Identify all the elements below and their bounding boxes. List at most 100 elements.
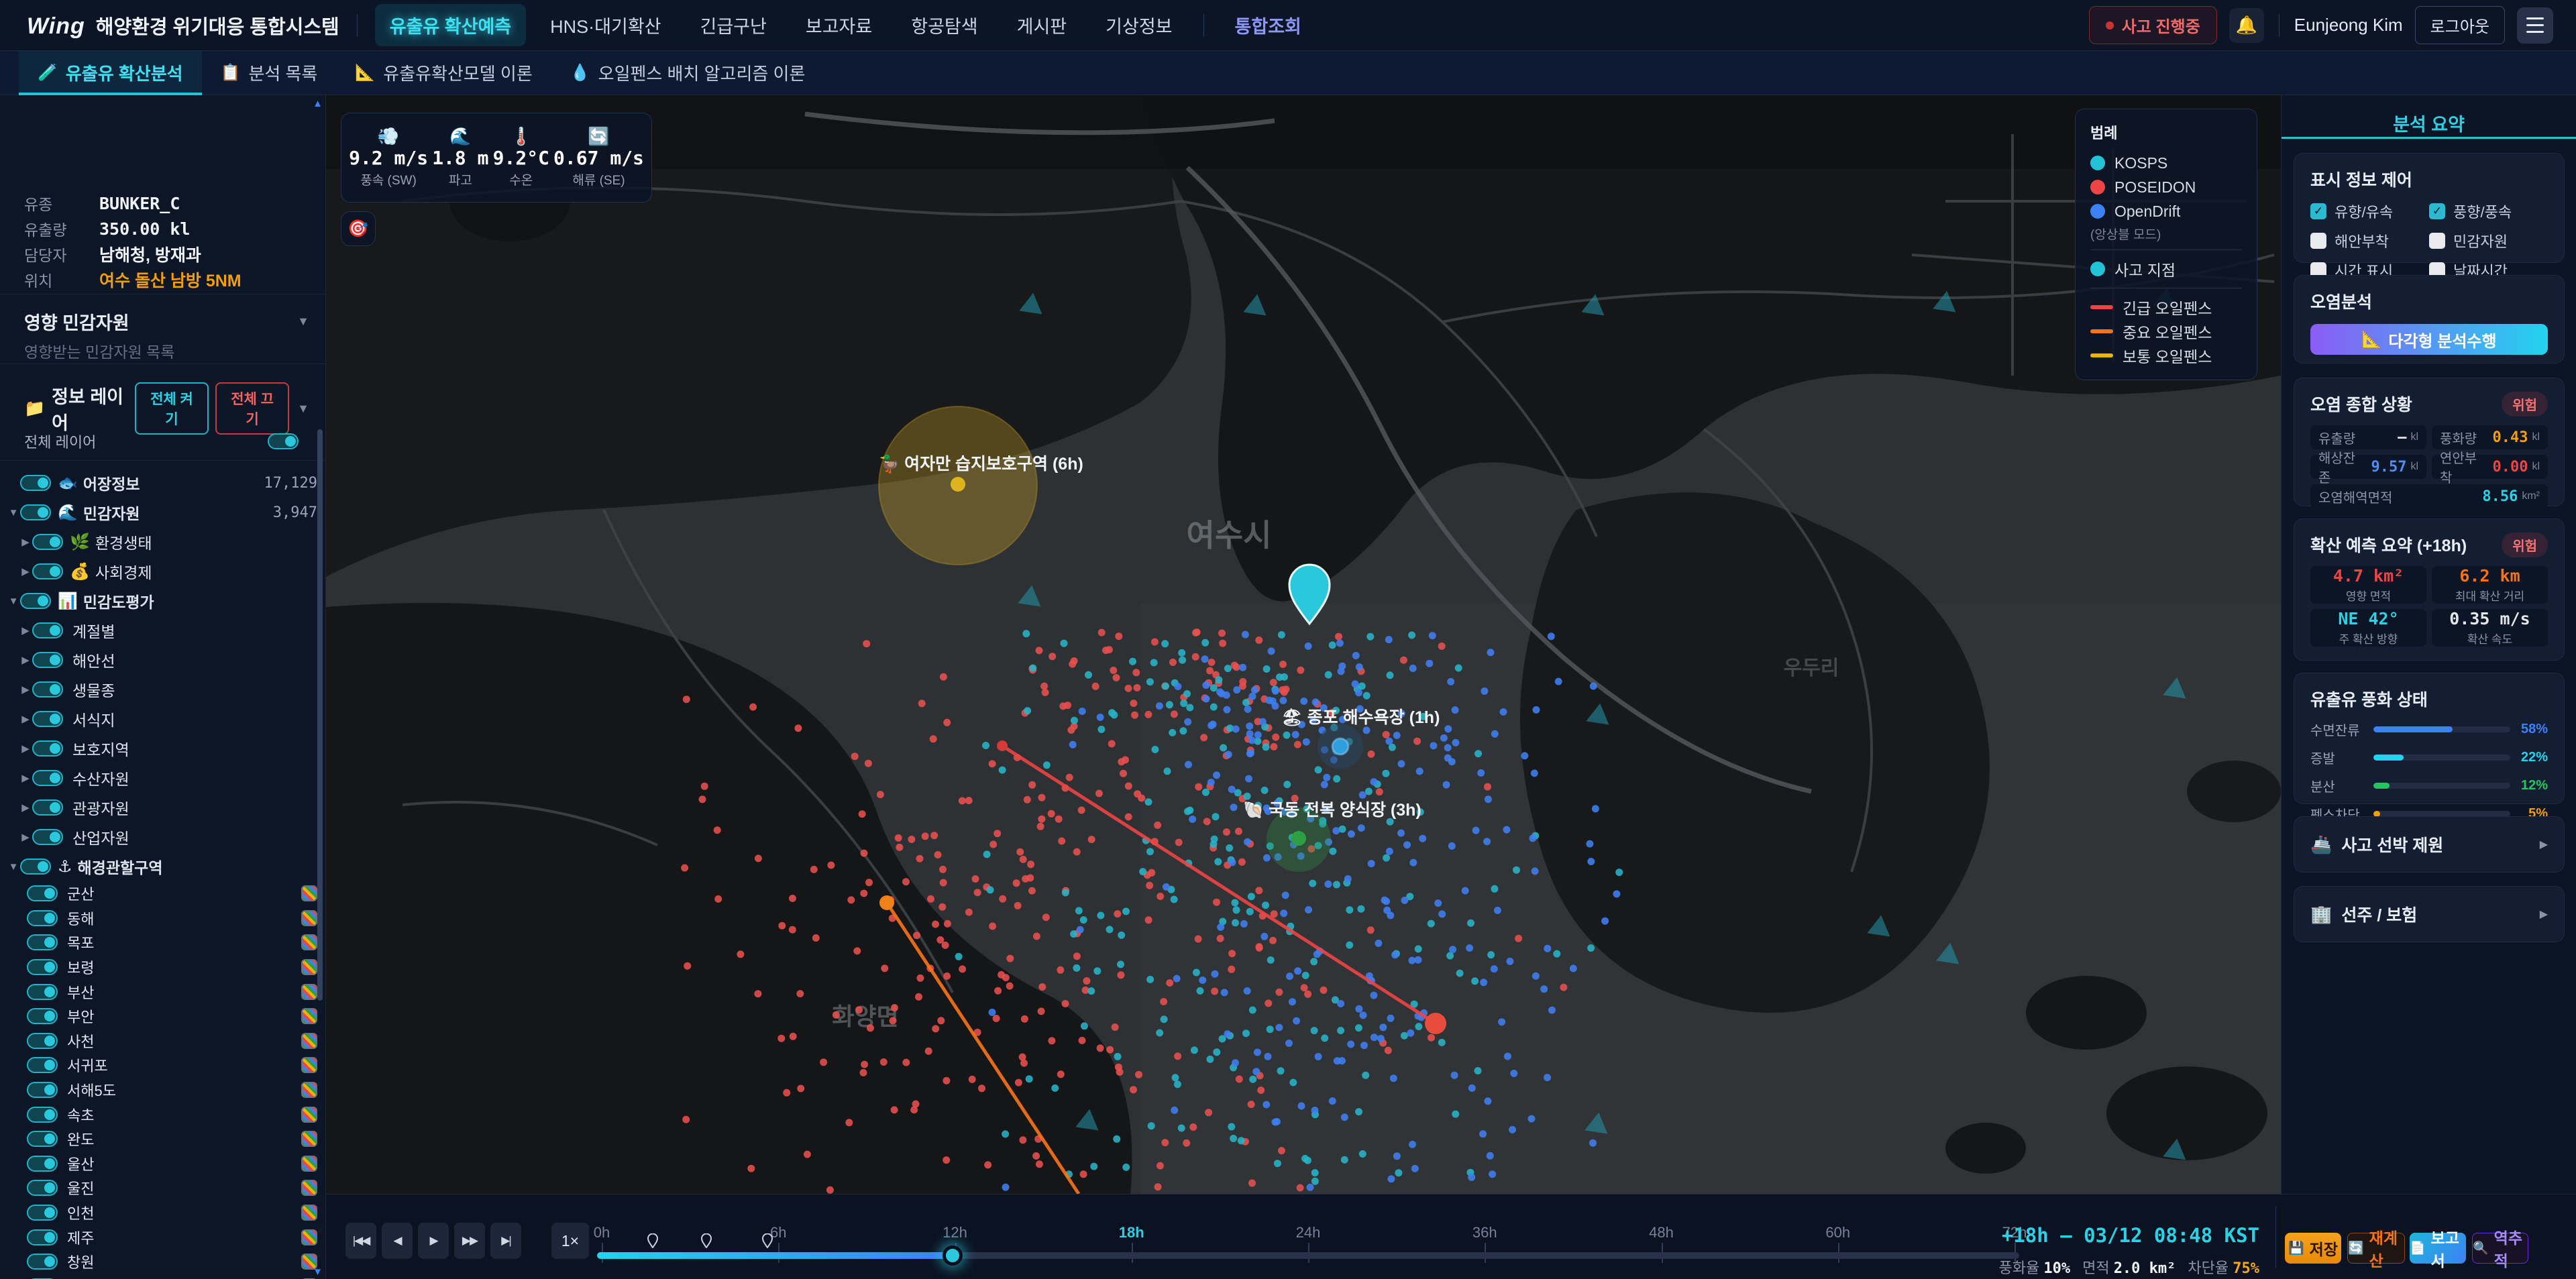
skip-end-button[interactable]: ▶| bbox=[490, 1223, 521, 1259]
scroll-down-icon[interactable]: ▼ bbox=[313, 1266, 323, 1278]
caret-down-icon[interactable]: ▼ bbox=[7, 596, 20, 607]
timeline-handle[interactable] bbox=[943, 1245, 963, 1266]
map-canvas[interactable]: 여수시화양면우두리 🦆 여자만 습지보호구역 (6h) 🏖 종포 해수욕장 (1… bbox=[326, 95, 2281, 1194]
caret-down-icon[interactable]: ▼ bbox=[7, 507, 20, 518]
region-color-swatch[interactable] bbox=[301, 1057, 317, 1073]
timeline-track[interactable] bbox=[597, 1252, 2019, 1259]
region-color-swatch[interactable] bbox=[301, 1229, 317, 1245]
checkbox-풍향/풍속[interactable]: ✓풍향/풍속 bbox=[2429, 201, 2548, 222]
region-toggle[interactable] bbox=[27, 885, 58, 901]
caret-right-icon[interactable]: ▶ bbox=[19, 831, 32, 843]
all-layers-toggle[interactable] bbox=[268, 433, 299, 449]
nav-item-8[interactable]: 통합조회 bbox=[1220, 4, 1316, 46]
fold-card-사고 선박 제원[interactable]: 🚢사고 선박 제원▶ bbox=[2294, 816, 2565, 873]
layer-toggle[interactable] bbox=[32, 711, 63, 727]
region-color-swatch[interactable] bbox=[301, 1131, 317, 1147]
region-color-swatch[interactable] bbox=[301, 934, 317, 950]
skip-start-button[interactable]: |◀◀ bbox=[345, 1223, 376, 1259]
layer-toggle[interactable] bbox=[32, 622, 63, 638]
nav-item-7[interactable]: 기상정보 bbox=[1091, 4, 1187, 46]
scroll-up-icon[interactable]: ▲ bbox=[313, 98, 323, 109]
region-toggle[interactable] bbox=[27, 1033, 58, 1049]
caret-right-icon[interactable]: ▶ bbox=[19, 742, 32, 755]
layer-toggle[interactable] bbox=[32, 740, 63, 757]
all-layers-on-button[interactable]: 전체 켜기 bbox=[135, 382, 209, 435]
region-toggle[interactable] bbox=[27, 984, 58, 1000]
region-color-swatch[interactable] bbox=[301, 1082, 317, 1098]
region-toggle[interactable] bbox=[27, 934, 58, 950]
저장-button[interactable]: 💾저장 bbox=[2285, 1233, 2341, 1264]
region-toggle[interactable] bbox=[27, 1057, 58, 1073]
caret-right-icon[interactable]: ▶ bbox=[19, 683, 32, 696]
region-color-swatch[interactable] bbox=[301, 1205, 317, 1221]
layer-toggle[interactable] bbox=[32, 829, 63, 845]
region-toggle[interactable] bbox=[27, 1180, 58, 1196]
region-toggle[interactable] bbox=[27, 910, 58, 926]
nav-item-4[interactable]: 보고자료 bbox=[791, 4, 887, 46]
layer-toggle[interactable] bbox=[32, 563, 63, 579]
region-color-swatch[interactable] bbox=[301, 1156, 317, 1172]
재계산-button[interactable]: 🔄재계산 bbox=[2347, 1233, 2405, 1264]
nav-item-1[interactable]: 유출유 확산예측 bbox=[375, 4, 526, 46]
layer-toggle[interactable] bbox=[32, 770, 63, 786]
subtab-1[interactable]: 🧪유출유 확산분석 bbox=[19, 51, 202, 95]
subtab-4[interactable]: 💧오일펜스 배치 알고리즘 이론 bbox=[551, 51, 824, 95]
nav-item-2[interactable]: HNS·대기확산 bbox=[535, 4, 676, 46]
checkbox-민감자원[interactable]: 민감자원 bbox=[2429, 230, 2548, 252]
region-color-swatch[interactable] bbox=[301, 984, 317, 1000]
region-toggle[interactable] bbox=[27, 1082, 58, 1098]
region-toggle[interactable] bbox=[27, 959, 58, 975]
layer-toggle[interactable] bbox=[32, 799, 63, 816]
region-color-swatch[interactable] bbox=[301, 959, 317, 975]
region-toggle[interactable] bbox=[27, 1156, 58, 1172]
caret-right-icon[interactable]: ▶ bbox=[19, 565, 32, 577]
fold-card-선주 / 보험[interactable]: 🏢선주 / 보험▶ bbox=[2294, 886, 2565, 942]
logout-button[interactable]: 로그아웃 bbox=[2415, 6, 2505, 44]
notifications-button[interactable]: 🔔 bbox=[2229, 8, 2264, 43]
checkbox-해안부착[interactable]: 해안부착 bbox=[2310, 230, 2429, 252]
caret-right-icon[interactable]: ▶ bbox=[19, 536, 32, 548]
locate-incident-button[interactable]: 🎯 bbox=[341, 211, 376, 246]
layer-toggle[interactable] bbox=[20, 475, 51, 491]
region-color-swatch[interactable] bbox=[301, 1033, 317, 1049]
region-color-swatch[interactable] bbox=[301, 1107, 317, 1123]
region-toggle[interactable] bbox=[27, 1229, 58, 1245]
layer-toggle[interactable] bbox=[32, 652, 63, 668]
region-toggle[interactable] bbox=[27, 1205, 58, 1221]
caret-down-icon[interactable]: ▼ bbox=[7, 861, 20, 873]
region-toggle[interactable] bbox=[27, 1131, 58, 1147]
caret-right-icon[interactable]: ▶ bbox=[19, 713, 32, 725]
layer-toggle[interactable] bbox=[20, 858, 51, 875]
step-back-button[interactable]: ◀ bbox=[382, 1223, 413, 1259]
layer-toggle[interactable] bbox=[32, 534, 63, 550]
fast-forward-button[interactable]: ▶▶ bbox=[454, 1223, 485, 1259]
caret-right-icon[interactable]: ▶ bbox=[19, 801, 32, 814]
play-button[interactable]: ▶ bbox=[418, 1223, 449, 1259]
nav-item-3[interactable]: 긴급구난 bbox=[686, 4, 782, 46]
all-layers-off-button[interactable]: 전체 끄기 bbox=[215, 382, 289, 435]
역추적-button[interactable]: 🔍역추적 bbox=[2472, 1233, 2528, 1264]
playback-speed-button[interactable]: 1× bbox=[551, 1223, 589, 1259]
region-toggle[interactable] bbox=[27, 1254, 58, 1270]
polygon-analysis-button[interactable]: 📐 다각형 분석수행 bbox=[2310, 324, 2548, 355]
nav-item-5[interactable]: 항공탐색 bbox=[896, 4, 992, 46]
region-color-swatch[interactable] bbox=[301, 885, 317, 901]
caret-right-icon[interactable]: ▶ bbox=[19, 772, 32, 784]
checkbox-유향/유속[interactable]: ✓유향/유속 bbox=[2310, 201, 2429, 222]
subtab-3[interactable]: 📐유출유확산모델 이론 bbox=[336, 51, 551, 95]
menu-button[interactable] bbox=[2517, 7, 2553, 44]
caret-right-icon[interactable]: ▶ bbox=[19, 624, 32, 636]
region-toggle[interactable] bbox=[27, 1107, 58, 1123]
affected-resources-header[interactable]: 영향 민감자원 ▼ bbox=[24, 309, 309, 335]
region-toggle[interactable] bbox=[27, 1008, 58, 1024]
보고서-button[interactable]: 📄보고서 bbox=[2410, 1233, 2466, 1264]
layer-toggle[interactable] bbox=[32, 681, 63, 698]
caret-right-icon[interactable]: ▶ bbox=[19, 654, 32, 666]
region-color-swatch[interactable] bbox=[301, 1008, 317, 1024]
region-color-swatch[interactable] bbox=[301, 1180, 317, 1196]
region-color-swatch[interactable] bbox=[301, 910, 317, 926]
layer-toggle[interactable] bbox=[20, 593, 51, 609]
sidebar-scrollbar[interactable] bbox=[317, 429, 323, 1001]
subtab-2[interactable]: 📋분석 목록 bbox=[202, 51, 337, 95]
layer-toggle[interactable] bbox=[20, 504, 51, 520]
